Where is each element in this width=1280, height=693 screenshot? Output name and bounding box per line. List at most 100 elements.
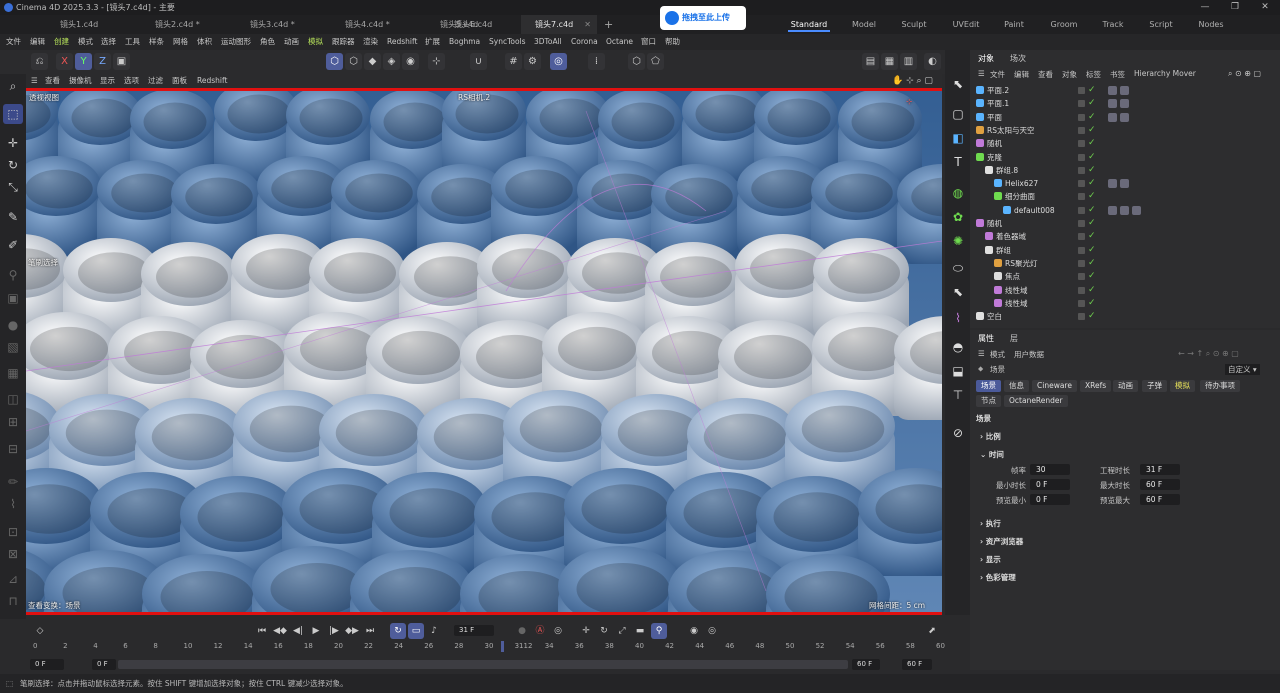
- menu-render[interactable]: 渲染: [363, 34, 378, 50]
- magnet-icon[interactable]: ∪: [470, 53, 487, 70]
- vp-menu-view[interactable]: 查看: [45, 74, 60, 88]
- attr-menu-userdata[interactable]: 用户数据: [1014, 349, 1044, 360]
- doc-tab-4[interactable]: 镜头4.c4d *: [331, 15, 426, 34]
- attr-nav-arrows[interactable]: ← → ↑ ⌕ ⊙ ⊕ ▢: [1178, 349, 1239, 359]
- create-camera-icon[interactable]: ⬓: [948, 361, 968, 381]
- vp-menu-options[interactable]: 选项: [124, 74, 139, 88]
- menu-tools[interactable]: 工具: [125, 34, 140, 50]
- menu-extensions[interactable]: 扩展: [425, 34, 440, 50]
- menu-edit[interactable]: 编辑: [30, 34, 45, 50]
- key-scale-icon[interactable]: ⤢: [614, 623, 630, 639]
- guide-tool-icon[interactable]: ⊿: [3, 569, 23, 589]
- pen-tool-icon[interactable]: ✎: [3, 207, 23, 227]
- active-camera-label[interactable]: RS相机.2: [458, 92, 490, 103]
- cylinder-tool-icon[interactable]: ⊟: [3, 439, 23, 459]
- obj-menu-object[interactable]: 对象: [1062, 69, 1077, 80]
- framerate-field[interactable]: 30: [1030, 464, 1070, 475]
- vp-menu-filter[interactable]: 过滤: [148, 74, 163, 88]
- attr-tab-bullet[interactable]: 子弹: [1142, 380, 1167, 392]
- layout-groom[interactable]: Groom: [1045, 17, 1083, 32]
- brush-tool-icon[interactable]: ✐: [3, 235, 23, 255]
- asset-browser-icon[interactable]: ◐: [924, 53, 941, 70]
- polygon-mode-icon[interactable]: ◉: [402, 53, 419, 70]
- preview-max-field[interactable]: 60 F: [1140, 494, 1180, 505]
- coordinate-system-icon[interactable]: ▣: [113, 53, 130, 70]
- layout-model[interactable]: Model: [845, 17, 883, 32]
- sound-icon[interactable]: ♪: [426, 623, 442, 639]
- render-view-icon[interactable]: ▤: [862, 53, 879, 70]
- prev-key-icon[interactable]: ◀◆: [272, 623, 288, 639]
- object-tag-icon[interactable]: [1108, 99, 1117, 109]
- section-scale[interactable]: › 比例: [980, 431, 1001, 442]
- object-row[interactable]: 空白 ✓: [970, 310, 1280, 323]
- edge-mode-icon[interactable]: ◈: [383, 53, 400, 70]
- start-frame-field[interactable]: 0 F: [30, 659, 64, 670]
- menu-simulate[interactable]: 模拟: [308, 34, 323, 50]
- keyframe-diamond-icon[interactable]: ◇: [32, 623, 48, 639]
- menu-tracker[interactable]: 跟踪器: [332, 34, 355, 50]
- tab-layers[interactable]: 层: [1010, 333, 1018, 344]
- layout-sculpt[interactable]: Sculpt: [895, 17, 933, 32]
- object-row[interactable]: 线性域 ✓: [970, 284, 1280, 297]
- menu-window[interactable]: 窗口: [641, 34, 656, 50]
- tab-attributes[interactable]: 属性: [978, 333, 994, 344]
- layout-script[interactable]: Script: [1143, 17, 1179, 32]
- attr-tab-scene[interactable]: 场景: [976, 380, 1001, 392]
- doc-tab-7-active[interactable]: 镜头7.c4d ✕: [521, 15, 597, 34]
- object-tag-icon[interactable]: [1108, 205, 1117, 215]
- create-effector-icon[interactable]: ✺: [948, 231, 968, 251]
- snap-settings-icon[interactable]: ⚙: [524, 53, 541, 70]
- lock-workplane-icon[interactable]: ⬠: [647, 53, 664, 70]
- current-frame-field[interactable]: 31 F: [454, 625, 494, 636]
- doc-tab-6[interactable]: 镜头6.c4d: [440, 15, 521, 34]
- mesh-mode-icon[interactable]: ⬡: [345, 53, 362, 70]
- extrude-tool-icon[interactable]: ▣: [3, 288, 23, 308]
- enabled-check-icon[interactable]: ✓: [1088, 151, 1096, 164]
- create-text-icon[interactable]: T: [948, 152, 968, 172]
- maximize-button[interactable]: ❐: [1220, 0, 1250, 15]
- playhead[interactable]: [501, 641, 504, 652]
- object-row[interactable]: 随机 ✓: [970, 217, 1280, 230]
- obj-search-icons[interactable]: ⌕ ⊙ ⊕ ▢: [1228, 69, 1261, 79]
- menu-animate[interactable]: 动画: [284, 34, 299, 50]
- close-tab-icon[interactable]: ✕: [584, 15, 591, 34]
- enabled-check-icon[interactable]: ✓: [1088, 204, 1096, 217]
- axis-z-button[interactable]: Z: [94, 53, 111, 70]
- object-row[interactable]: RS太阳与天空 ✓: [970, 124, 1280, 137]
- key-selection-icon[interactable]: ◎: [550, 623, 566, 639]
- preview-end-field[interactable]: 60 F: [852, 659, 880, 670]
- attr-tab-simulation[interactable]: 模拟: [1170, 380, 1195, 392]
- menu-3dtoall[interactable]: 3DToAll: [534, 34, 562, 50]
- visibility-toggle[interactable]: [1078, 100, 1085, 108]
- solo-mode-icon[interactable]: ◎: [550, 53, 567, 70]
- menu-create[interactable]: 创建: [54, 34, 69, 50]
- create-spline-icon[interactable]: ⌇: [948, 308, 968, 328]
- min-time-field[interactable]: 0 F: [1030, 479, 1070, 490]
- viewport-nav-icons[interactable]: ✋ ⊹ ⌕ ▢: [892, 74, 933, 88]
- next-key-icon[interactable]: ◆▶: [344, 623, 360, 639]
- play-icon[interactable]: ▶: [308, 623, 324, 639]
- object-row[interactable]: RS聚光灯 ✓: [970, 257, 1280, 270]
- menu-mograph[interactable]: 运动图形: [221, 34, 251, 50]
- lock-icon[interactable]: ⊓: [3, 591, 23, 611]
- minimize-button[interactable]: —: [1190, 0, 1220, 15]
- point-mode-icon[interactable]: ◆: [364, 53, 381, 70]
- layout-uvedit[interactable]: UVEdit: [947, 17, 985, 32]
- search-icon[interactable]: ⌕: [3, 76, 23, 96]
- paint-tool-icon[interactable]: ✏: [3, 472, 23, 492]
- axis-y-button[interactable]: Y: [75, 53, 92, 70]
- create-null-icon[interactable]: ⬉: [948, 74, 968, 94]
- attr-tab-octanerender[interactable]: OctaneRender: [1004, 395, 1068, 407]
- enabled-check-icon[interactable]: ✓: [1088, 111, 1096, 124]
- key-magnet-icon[interactable]: ⚲: [651, 623, 667, 639]
- obj-menu-tags[interactable]: 标签: [1086, 69, 1101, 80]
- object-tag-icon[interactable]: [1132, 205, 1141, 215]
- key-param-icon[interactable]: ▬: [632, 623, 648, 639]
- cube-tool-icon[interactable]: ▧: [3, 337, 23, 357]
- obj-menu-hierarchy-mover[interactable]: Hierarchy Mover: [1134, 69, 1196, 78]
- move-tool-icon[interactable]: ✛: [3, 133, 23, 153]
- section-execution[interactable]: › 执行: [980, 518, 1001, 529]
- vp-menu-camera[interactable]: 摄像机: [69, 74, 92, 88]
- knife-tool-icon[interactable]: ⚲: [3, 265, 23, 285]
- object-row[interactable]: 着色器域 ✓: [970, 230, 1280, 243]
